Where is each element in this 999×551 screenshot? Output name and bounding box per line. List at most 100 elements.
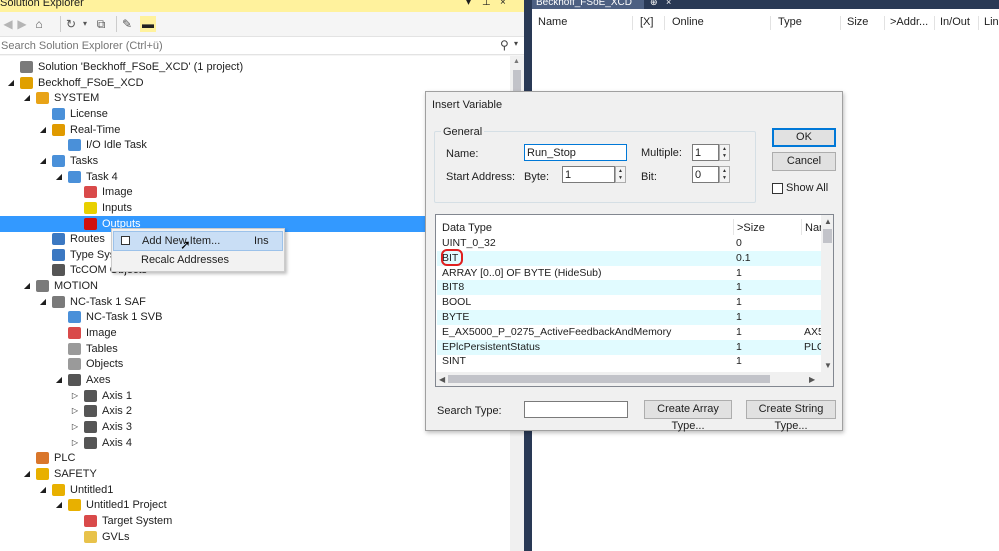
close-icon[interactable]: × — [500, 0, 506, 8]
tree-item-label: Inputs — [102, 201, 132, 214]
scroll-left-arrow-icon[interactable]: ◀ — [439, 375, 445, 384]
column-header-size[interactable]: Size — [847, 16, 868, 28]
multiple-field[interactable] — [692, 144, 719, 161]
tree-item-label: Axis 1 — [102, 389, 132, 402]
create-array-type-button[interactable]: Create Array Type... — [644, 400, 732, 432]
pending-changes-icon[interactable]: ↻ — [64, 16, 78, 32]
home-icon[interactable]: ⌂ — [32, 16, 46, 32]
data-type-row[interactable]: BOOL 1 — [437, 295, 821, 310]
data-type-row[interactable]: UINT_0_32 0 — [437, 236, 821, 251]
data-type-row[interactable]: ARRAY [0..0] OF BYTE (HideSub) 1 — [437, 266, 821, 281]
column-header-in-out[interactable]: In/Out — [940, 16, 970, 28]
properties-wrench-icon[interactable]: ✎ — [120, 16, 134, 32]
name-field[interactable] — [524, 144, 627, 161]
solution-icon — [20, 61, 33, 73]
scroll-down-arrow-icon[interactable]: ▼ — [824, 361, 832, 370]
search-icon[interactable]: ⚲ — [500, 38, 509, 52]
tree-item-solution-beckhoff-fsoe-xcd-1-project[interactable]: Solution 'Beckhoff_FSoE_XCD' (1 project) — [0, 59, 510, 75]
expand-arrow-icon[interactable]: ▷ — [70, 404, 80, 418]
scrollbar-thumb[interactable] — [823, 229, 832, 243]
column-header-address[interactable]: >Addr... — [890, 16, 928, 28]
collapse-arrow-icon[interactable]: ◢ — [38, 154, 48, 168]
tree-item-gvls[interactable]: GVLs — [0, 529, 510, 545]
menu-item-recalc-addresses[interactable]: Recalc Addresses — [113, 251, 283, 271]
collapse-arrow-icon[interactable]: ◢ — [38, 295, 48, 309]
bit-highlight-annotation — [441, 248, 463, 266]
back-icon[interactable]: ◀ — [2, 16, 14, 32]
collapse-arrow-icon[interactable]: ◢ — [54, 373, 64, 387]
column-header-linked[interactable]: Lin — [984, 16, 999, 28]
tree-item-untitled1-project[interactable]: ◢ Untitled1 Project — [0, 497, 510, 513]
tree-item-label: Untitled1 — [70, 483, 114, 496]
collapse-arrow-icon[interactable]: ◢ — [54, 170, 64, 184]
byte-field[interactable] — [562, 166, 615, 183]
tree-item-plc[interactable]: PLC — [0, 450, 510, 466]
collapse-arrow-icon[interactable]: ◢ — [22, 467, 32, 481]
scrollbar-thumb[interactable] — [448, 375, 770, 383]
data-type-row[interactable]: BYTE 1 — [437, 310, 821, 325]
column-header-type[interactable]: Type — [778, 16, 802, 28]
show-all-checkbox[interactable] — [772, 183, 783, 194]
forward-icon[interactable]: ▶ — [16, 16, 28, 32]
byte-stepper[interactable]: ▲ ▼ — [615, 166, 626, 183]
scroll-up-arrow-icon[interactable]: ▲ — [824, 217, 832, 226]
axis-icon — [84, 420, 97, 433]
window-options-icon[interactable]: ▾ — [466, 0, 471, 8]
tccom-icon — [52, 264, 65, 277]
expand-arrow-icon[interactable]: ▷ — [70, 420, 80, 434]
tab-beckhoff-fsoe-xcd[interactable]: Beckhoff_FSoE_XCD — [532, 0, 644, 9]
ok-button[interactable]: OK — [772, 128, 836, 147]
collapse-arrow-icon[interactable]: ◢ — [22, 91, 32, 105]
bit-field[interactable] — [692, 166, 719, 183]
expand-arrow-icon[interactable]: ▷ — [70, 436, 80, 450]
bit-stepper[interactable]: ▲ ▼ — [719, 166, 730, 183]
pin-icon[interactable]: ⊥ — [482, 0, 491, 8]
data-type-row[interactable]: EPlcPersistentStatus 1 PLC — [437, 339, 822, 355]
tree-item-target-system[interactable]: Target System — [0, 513, 510, 529]
size-cell: 1 — [736, 281, 742, 294]
collapse-arrow-icon[interactable]: ◢ — [38, 123, 48, 137]
search-options-dropdown-icon[interactable]: ▾ — [514, 39, 518, 48]
tree-item-untitled1[interactable]: ◢ Untitled1 — [0, 482, 510, 498]
create-string-type-button[interactable]: Create String Type... — [746, 400, 836, 432]
list-vertical-scrollbar[interactable]: ▲ ▼ — [821, 215, 833, 372]
collapse-all-icon[interactable]: ⧉ — [94, 16, 108, 32]
list-horizontal-scrollbar[interactable]: ◀ ▶ — [436, 372, 833, 386]
expand-arrow-icon[interactable]: ▷ — [70, 389, 80, 403]
safety-icon — [36, 467, 49, 480]
list-header-size[interactable]: >Size — [737, 222, 765, 234]
collapse-arrow-icon[interactable]: ◢ — [54, 498, 64, 512]
variables-column-header: Name [X] Online Type Size >Addr... In/Ou… — [532, 13, 999, 33]
menu-item-add-new-item[interactable]: Add New Item... Ins — [113, 231, 283, 251]
data-type-row[interactable]: BIT 0.1 — [437, 248, 821, 266]
search-type-field[interactable] — [524, 401, 628, 418]
column-header-name[interactable]: Name — [538, 16, 567, 28]
search-input[interactable] — [0, 38, 490, 53]
tree-item-beckhoff-fsoe-xcd[interactable]: ◢ Beckhoff_FSoE_XCD — [0, 75, 510, 91]
column-separator — [801, 219, 802, 235]
data-type-row[interactable]: SINT 1 — [437, 354, 821, 369]
collapse-arrow-icon[interactable]: ◢ — [6, 76, 16, 90]
data-type-row[interactable]: BIT8 1 — [437, 280, 821, 296]
preview-toggle-icon[interactable]: ▬ — [140, 16, 156, 32]
scroll-up-arrow-icon[interactable]: ▲ — [513, 58, 520, 65]
cancel-button[interactable]: Cancel — [772, 152, 836, 171]
solution-explorer-search: ⚲ ▾ — [0, 36, 524, 55]
tree-item-label: Tables — [86, 342, 118, 355]
size-cell: 1 — [736, 325, 742, 338]
tab-close-icon[interactable]: × — [666, 0, 671, 7]
column-header-online[interactable]: Online — [672, 16, 704, 28]
collapse-arrow-icon[interactable]: ◢ — [22, 279, 32, 293]
list-header-data-type[interactable]: Data Type — [442, 222, 492, 234]
data-type-row[interactable]: E_AX5000_P_0275_ActiveFeedbackAndMemory 1… — [437, 325, 822, 340]
dropdown-arrow-icon[interactable]: ▾ — [80, 16, 90, 32]
tree-item-safety[interactable]: ◢ SAFETY — [0, 466, 510, 482]
scroll-right-arrow-icon[interactable]: ▶ — [809, 375, 815, 384]
collapse-arrow-icon[interactable]: ◢ — [38, 483, 48, 497]
tab-pin-icon[interactable]: ⊕ — [650, 0, 658, 8]
tree-item-label: Task 4 — [86, 170, 118, 183]
multiple-stepper[interactable]: ▲ ▼ — [719, 144, 730, 161]
tree-item-axis-4[interactable]: ▷ Axis 4 — [0, 435, 510, 451]
size-cell: 0.1 — [736, 251, 751, 264]
column-header-x[interactable]: [X] — [640, 16, 653, 28]
